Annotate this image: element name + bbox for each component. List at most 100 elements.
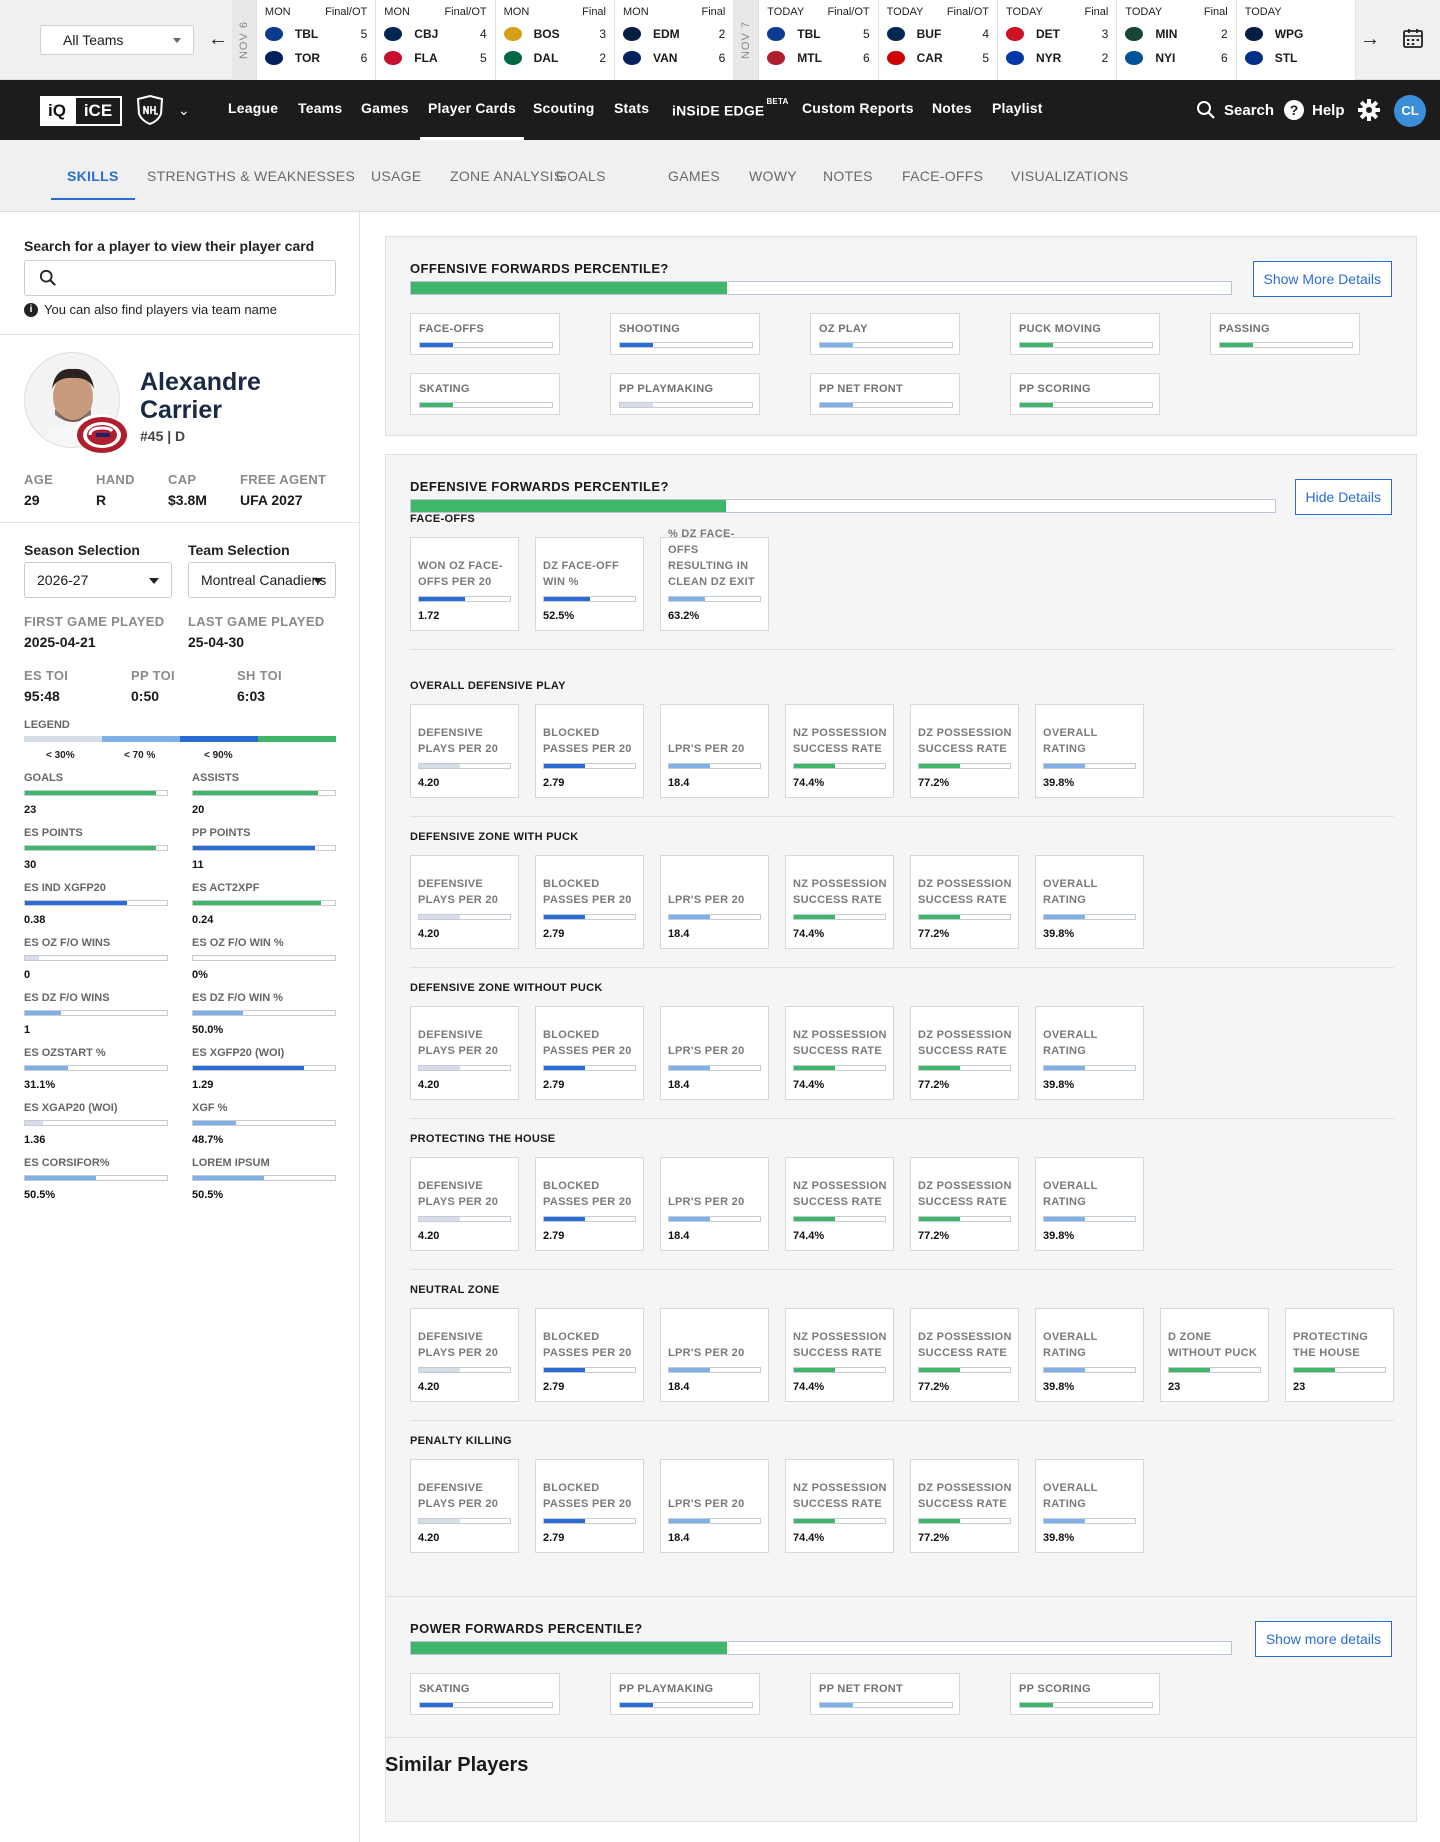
metric-card[interactable]: DEFENSIVE PLAYS PER 20 4.20 xyxy=(410,855,519,949)
tab-notes[interactable]: NOTES xyxy=(823,140,873,200)
game-tile[interactable]: TODAY Final/OT TBL 5 MTL 6 xyxy=(759,0,879,80)
arrow-left-icon[interactable]: ← xyxy=(208,28,228,51)
metric-card[interactable]: NZ POSSESSION SUCCESS RATE 74.4% xyxy=(785,1157,894,1251)
metric-card[interactable]: DEFENSIVE PLAYS PER 20 4.20 xyxy=(410,1157,519,1251)
game-tile[interactable]: MON Final/OT CBJ 4 FLA 5 xyxy=(376,0,496,80)
search-nav-button[interactable]: Search xyxy=(1196,80,1274,140)
season-select[interactable]: 2026-27 xyxy=(24,562,172,598)
skill-chip[interactable]: PP PLAYMAKING xyxy=(610,373,760,415)
nav-item-scouting[interactable]: Scouting xyxy=(533,80,594,140)
tab-goals[interactable]: GOALS xyxy=(556,140,606,200)
nav-item-custom-reports[interactable]: Custom Reports xyxy=(802,80,914,140)
metric-card[interactable]: DZ POSSESSION SUCCESS RATE 77.2% xyxy=(910,1006,1019,1100)
metric-card[interactable]: NZ POSSESSION SUCCESS RATE 74.4% xyxy=(785,1006,894,1100)
metric-card[interactable]: DEFENSIVE PLAYS PER 20 4.20 xyxy=(410,1308,519,1402)
gear-icon[interactable] xyxy=(1357,98,1381,122)
game-tile[interactable]: MON Final/OT TBL 5 TOR 6 xyxy=(257,0,377,80)
game-tile[interactable]: MON Final BOS 3 DAL 2 xyxy=(496,0,615,80)
skill-chip[interactable]: PASSING xyxy=(1210,313,1360,355)
metric-card[interactable]: DZ POSSESSION SUCCESS RATE 77.2% xyxy=(910,1157,1019,1251)
metric-card[interactable]: PROTECTING THE HOUSE 23 xyxy=(1285,1308,1394,1402)
metric-card[interactable]: WON OZ FACE-OFFS PER 20 1.72 xyxy=(410,537,519,631)
metric-card[interactable]: LPR'S PER 20 18.4 xyxy=(660,1308,769,1402)
skill-chip[interactable]: PP SCORING xyxy=(1010,373,1160,415)
tab-strengths-weaknesses[interactable]: STRENGTHS & WEAKNESSES xyxy=(147,140,355,200)
metric-card[interactable]: BLOCKED PASSES PER 20 2.79 xyxy=(535,855,644,949)
nav-item-inside-edge[interactable]: iNSiDE EDGEBETA xyxy=(672,80,788,140)
skill-chip[interactable]: PP NET FRONT xyxy=(810,1673,960,1715)
game-tile[interactable]: TODAY Final MIN 2 NYI 6 xyxy=(1117,0,1237,80)
metric-card[interactable]: DZ POSSESSION SUCCESS RATE 77.2% xyxy=(910,704,1019,798)
metric-card[interactable]: OVERALL RATING 39.8% xyxy=(1035,1157,1144,1251)
metric-card[interactable]: NZ POSSESSION SUCCESS RATE 74.4% xyxy=(785,704,894,798)
player-search-input[interactable] xyxy=(24,260,336,296)
metric-card[interactable]: DZ POSSESSION SUCCESS RATE 77.2% xyxy=(910,855,1019,949)
metric-card[interactable]: LPR'S PER 20 18.4 xyxy=(660,1459,769,1553)
team-filter-select[interactable]: All Teams xyxy=(40,25,194,55)
details-toggle-button[interactable]: Show More Details xyxy=(1252,261,1392,297)
metric-card[interactable]: DZ POSSESSION SUCCESS RATE 77.2% xyxy=(910,1308,1019,1402)
tab-skills[interactable]: SKILLS xyxy=(51,140,135,200)
skill-chip[interactable]: PP NET FRONT xyxy=(810,373,960,415)
metric-card[interactable]: OVERALL RATING 39.8% xyxy=(1035,1459,1144,1553)
metric-card[interactable]: LPR'S PER 20 18.4 xyxy=(660,1006,769,1100)
team-select[interactable]: Montreal Canadiens xyxy=(188,562,336,598)
nav-item-league[interactable]: League xyxy=(228,80,278,140)
tab-usage[interactable]: USAGE xyxy=(371,140,422,200)
details-toggle-button[interactable]: Hide Details xyxy=(1294,479,1392,515)
tab-face-offs[interactable]: FACE-OFFS xyxy=(902,140,983,200)
skill-chip[interactable]: PUCK MOVING xyxy=(1010,313,1160,355)
metric-card[interactable]: DZ FACE-OFF WIN % 52.5% xyxy=(535,537,644,631)
metric-card[interactable]: DEFENSIVE PLAYS PER 20 4.20 xyxy=(410,1459,519,1553)
game-tile[interactable]: TODAY Final DET 3 NYR 2 xyxy=(998,0,1118,80)
metric-card[interactable]: BLOCKED PASSES PER 20 2.79 xyxy=(535,1459,644,1553)
tab-wowy[interactable]: WOWY xyxy=(749,140,797,200)
help-nav-button[interactable]: ? Help xyxy=(1284,80,1345,140)
skill-chip[interactable]: OZ PLAY xyxy=(810,313,960,355)
metric-card[interactable]: OVERALL RATING 39.8% xyxy=(1035,1308,1144,1402)
metric-card[interactable]: D ZONE WITHOUT PUCK 23 xyxy=(1160,1308,1269,1402)
metric-card[interactable]: LPR'S PER 20 18.4 xyxy=(660,1157,769,1251)
nav-item-games[interactable]: Games xyxy=(361,80,409,140)
nav-item-player-cards[interactable]: Player Cards xyxy=(420,80,525,140)
metric-card[interactable]: NZ POSSESSION SUCCESS RATE 74.4% xyxy=(785,1459,894,1553)
nav-item-notes[interactable]: Notes xyxy=(932,80,972,140)
ice-logo[interactable]: iCE xyxy=(74,96,122,126)
skill-chip[interactable]: PP SCORING xyxy=(1010,1673,1160,1715)
skill-chip[interactable]: PP PLAYMAKING xyxy=(610,1673,760,1715)
skill-chip[interactable]: SKATING xyxy=(410,373,560,415)
metric-card[interactable]: DEFENSIVE PLAYS PER 20 4.20 xyxy=(410,704,519,798)
user-avatar[interactable]: CL xyxy=(1394,95,1426,127)
metric-card[interactable]: BLOCKED PASSES PER 20 2.79 xyxy=(535,1006,644,1100)
metric-card[interactable]: OVERALL RATING 39.8% xyxy=(1035,704,1144,798)
arrow-right-icon[interactable]: → xyxy=(1360,28,1380,51)
metric-card[interactable]: BLOCKED PASSES PER 20 2.79 xyxy=(535,1157,644,1251)
metric-card[interactable]: NZ POSSESSION SUCCESS RATE 74.4% xyxy=(785,855,894,949)
game-tile[interactable]: TODAY WPG STL xyxy=(1237,0,1357,80)
metric-card[interactable]: DEFENSIVE PLAYS PER 20 4.20 xyxy=(410,1006,519,1100)
chevron-down-icon[interactable]: ⌄ xyxy=(178,102,190,119)
metric-card[interactable]: DZ POSSESSION SUCCESS RATE 77.2% xyxy=(910,1459,1019,1553)
skill-chip[interactable]: SKATING xyxy=(410,1673,560,1715)
skill-chip[interactable]: FACE-OFFS xyxy=(410,313,560,355)
metric-card[interactable]: BLOCKED PASSES PER 20 2.79 xyxy=(535,1308,644,1402)
iq-logo[interactable]: iQ xyxy=(40,96,74,126)
metric-card[interactable]: OVERALL RATING 39.8% xyxy=(1035,1006,1144,1100)
tab-visualizations[interactable]: VISUALIZATIONS xyxy=(1011,140,1129,200)
metric-card[interactable]: % DZ FACE-OFFS RESULTING IN CLEAN DZ EXI… xyxy=(660,528,769,631)
nav-item-playlist[interactable]: Playlist xyxy=(992,80,1043,140)
details-toggle-button[interactable]: Show more details xyxy=(1254,1621,1392,1657)
tab-zone-analysis[interactable]: ZONE ANALYSIS xyxy=(450,140,563,200)
nav-item-stats[interactable]: Stats xyxy=(614,80,649,140)
skill-chip[interactable]: SHOOTING xyxy=(610,313,760,355)
game-tile[interactable]: MON Final EDM 2 VAN 6 xyxy=(615,0,735,80)
tab-games[interactable]: GAMES xyxy=(668,140,720,200)
game-tile[interactable]: TODAY Final/OT BUF 4 CAR 5 xyxy=(879,0,998,80)
calendar-icon[interactable] xyxy=(1402,27,1424,49)
metric-card[interactable]: LPR'S PER 20 18.4 xyxy=(660,855,769,949)
metric-card[interactable]: BLOCKED PASSES PER 20 2.79 xyxy=(535,704,644,798)
metric-card[interactable]: OVERALL RATING 39.8% xyxy=(1035,855,1144,949)
nhl-shield-icon[interactable] xyxy=(134,94,166,126)
metric-card[interactable]: LPR'S PER 20 18.4 xyxy=(660,704,769,798)
metric-card[interactable]: NZ POSSESSION SUCCESS RATE 74.4% xyxy=(785,1308,894,1402)
